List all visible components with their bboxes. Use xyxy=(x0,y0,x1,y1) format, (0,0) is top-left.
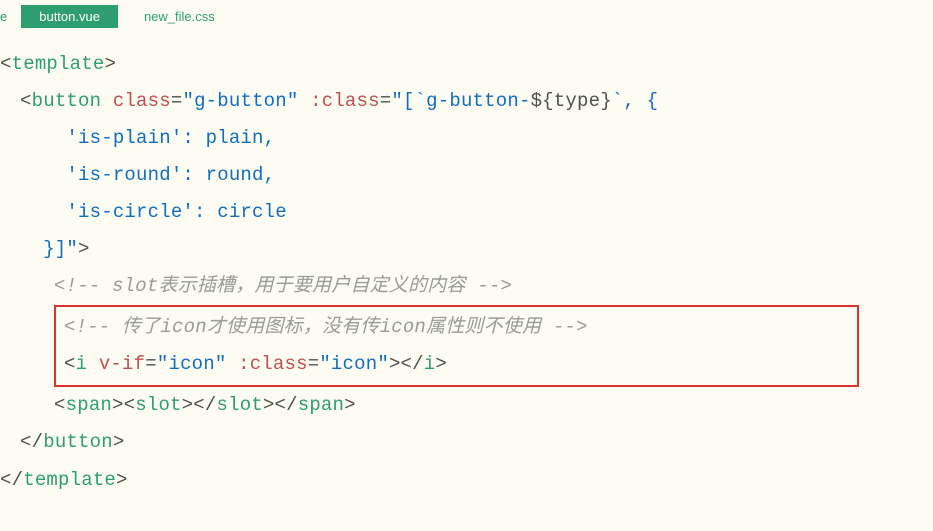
code-comment: <!-- slot表示插槽，用于要用户自定义的内容 --> xyxy=(0,268,933,305)
code-line: <button class="g-button" :class="[`g-but… xyxy=(0,83,933,120)
code-line: </button> xyxy=(0,424,933,461)
code-line: 'is-round': round, xyxy=(0,157,933,194)
code-line: <template> xyxy=(0,46,933,83)
code-line: </template> xyxy=(0,462,933,499)
code-editor[interactable]: <template> <button class="g-button" :cla… xyxy=(0,32,933,499)
code-line: 'is-circle': circle xyxy=(0,194,933,231)
tab-bar: e button.vue new_file.css xyxy=(0,0,933,32)
code-line: <span><slot></slot></span> xyxy=(0,387,933,424)
highlighted-block: <!-- 传了icon才使用图标，没有传icon属性则不使用 --> <i v-… xyxy=(54,305,859,387)
code-line: <i v-if="icon" :class="icon"></i> xyxy=(64,346,849,383)
tab-button-vue[interactable]: button.vue xyxy=(21,5,118,28)
code-line: 'is-plain': plain, xyxy=(0,120,933,157)
code-line: }]"> xyxy=(0,231,933,268)
tab-new-file-css[interactable]: new_file.css xyxy=(126,5,233,28)
code-comment: <!-- 传了icon才使用图标，没有传icon属性则不使用 --> xyxy=(64,309,849,346)
tab-partial[interactable]: e xyxy=(0,5,13,28)
